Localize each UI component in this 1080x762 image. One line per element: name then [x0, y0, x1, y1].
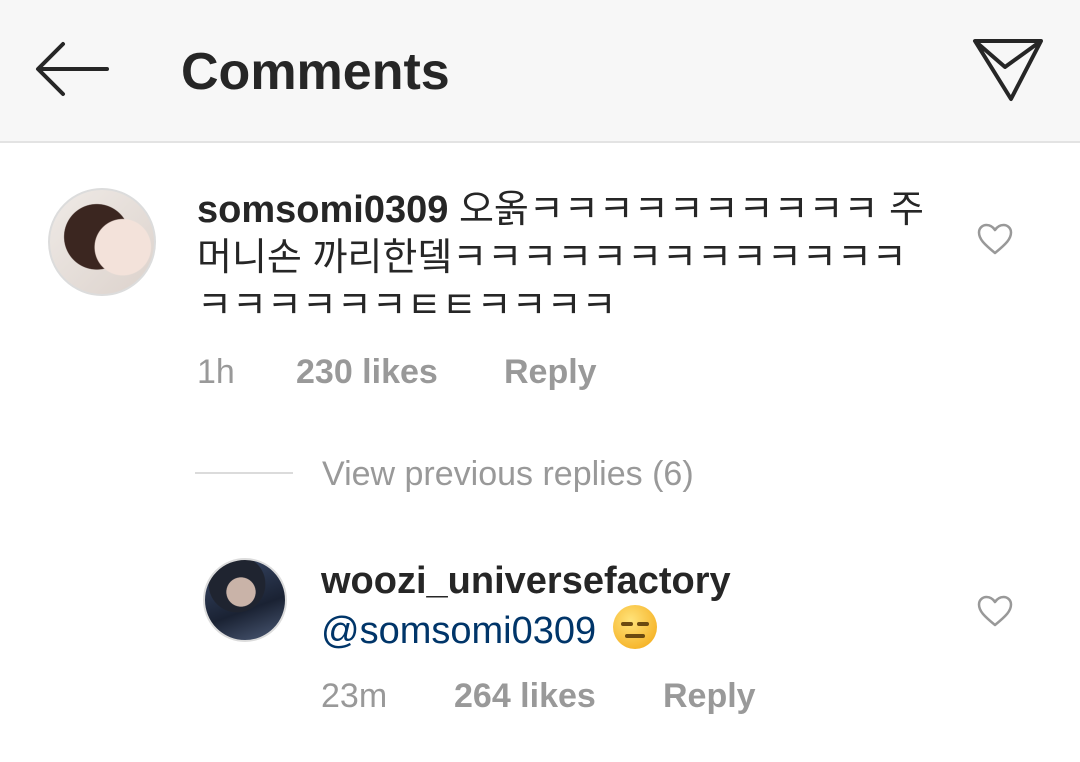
mention-link[interactable]: @somsomi0309: [321, 610, 596, 652]
reply-body: woozi_universefactory @somsomi0309: [321, 557, 941, 655]
arrow-left-icon: [36, 42, 109, 96]
page-title: Comments: [181, 43, 450, 101]
view-previous-replies[interactable]: View previous replies (6): [322, 454, 694, 494]
reply-meta: 23m: [321, 676, 387, 716]
share-button[interactable]: [966, 34, 1050, 106]
reply-likes[interactable]: 264 likes: [454, 677, 596, 715]
comment-likes-wrap: 230 likes: [296, 352, 438, 392]
back-button[interactable]: [30, 36, 112, 102]
reply-time: 23m: [321, 677, 388, 715]
comment-reply-wrap: Reply: [504, 352, 597, 392]
reply-reply-wrap: Reply: [663, 676, 756, 716]
paper-plane-icon: [973, 39, 1043, 101]
avatar[interactable]: [203, 558, 287, 642]
like-button[interactable]: [973, 217, 1017, 261]
comment-time: 1h: [197, 353, 235, 391]
replies-divider: [195, 472, 293, 474]
expressionless-face-emoji: [612, 605, 657, 649]
comment-body: somsomi0309 오옭ㅋㅋㅋㅋㅋㅋㅋㅋㅋㅋ 주머니손 까리한뎈ㅋㅋㅋㅋㅋㅋ…: [197, 186, 937, 330]
reply-likes-wrap: 264 likes: [454, 676, 596, 716]
like-button[interactable]: [973, 589, 1017, 633]
heart-icon: [977, 595, 1013, 627]
top-bar: Comments: [0, 0, 1080, 143]
reply-button[interactable]: Reply: [663, 677, 756, 715]
reply-button[interactable]: Reply: [504, 353, 597, 391]
comment-meta: 1h: [197, 352, 235, 392]
heart-icon: [977, 223, 1013, 255]
reply-username[interactable]: woozi_universefactory: [321, 557, 941, 605]
comment-likes[interactable]: 230 likes: [296, 353, 438, 391]
comment-username[interactable]: somsomi0309: [197, 189, 448, 231]
avatar[interactable]: [48, 188, 156, 296]
